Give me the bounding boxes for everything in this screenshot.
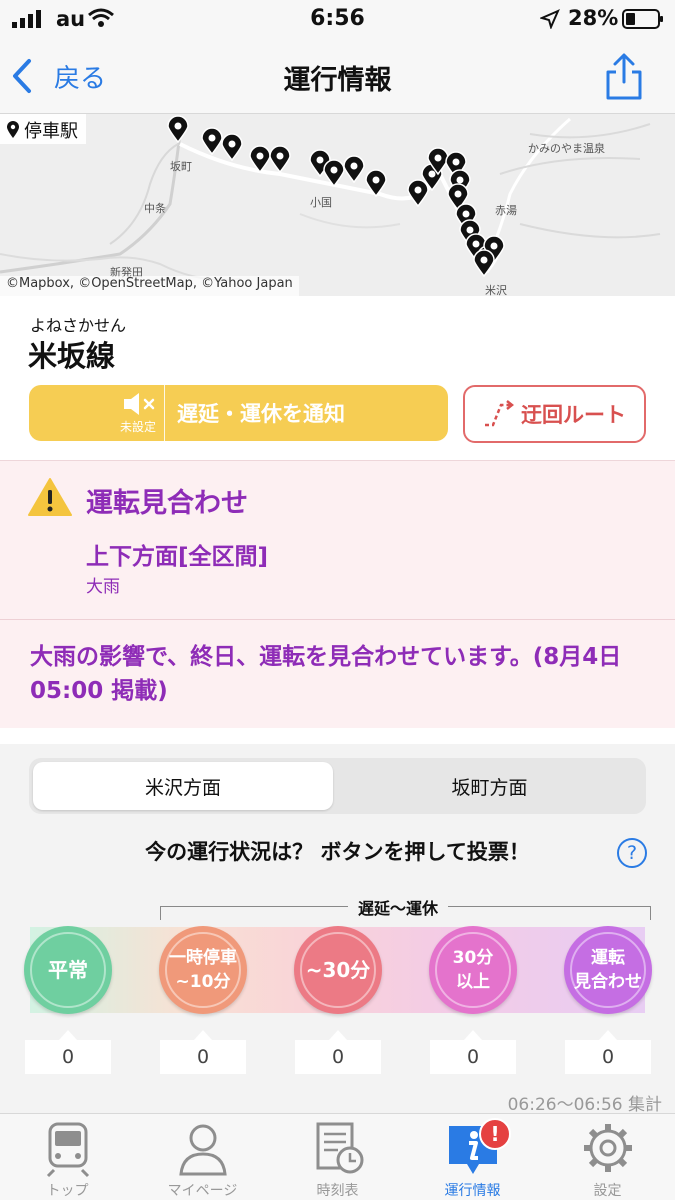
- detour-label: 迂回ルート: [521, 403, 626, 427]
- notify-label: 遅延・運休を通知: [177, 402, 345, 426]
- person-icon: [178, 1124, 227, 1176]
- notify-state-label: 未設定: [119, 420, 156, 434]
- station-pin[interactable]: [323, 159, 345, 188]
- battery-percent: 28%: [568, 6, 619, 30]
- tab-mypage[interactable]: マイページ: [135, 1114, 270, 1201]
- detour-icon: [485, 400, 515, 427]
- tally-period: 06:26〜06:56 集計: [507, 1095, 662, 1115]
- tab-label: 時刻表: [316, 1183, 359, 1199]
- delay-bracket-label: 遅延〜運休: [348, 895, 449, 919]
- speaker-muted-icon: [124, 393, 155, 415]
- station-pin[interactable]: [365, 169, 387, 198]
- vote-button[interactable]: ~30分: [294, 926, 382, 1014]
- vote-button[interactable]: 運転 見合わせ: [564, 926, 652, 1014]
- status-cause: 大雨: [86, 577, 120, 597]
- station-pin[interactable]: [343, 155, 365, 184]
- share-icon[interactable]: [600, 52, 648, 102]
- count-pointer: [464, 1030, 482, 1040]
- vote-label: 以上: [456, 972, 490, 992]
- count-pointer: [329, 1030, 347, 1040]
- vote-count: 0: [295, 1040, 381, 1074]
- timetable-icon: [316, 1122, 363, 1174]
- warning-icon: [28, 478, 72, 516]
- help-icon[interactable]: ?: [617, 838, 647, 868]
- tab-bar: トップ マイページ 時刻表 ! 運行情報 設定: [0, 1113, 675, 1200]
- battery-icon: [622, 9, 663, 29]
- tab-label: 設定: [593, 1183, 622, 1199]
- detour-route-button[interactable]: 迂回ルート: [463, 385, 646, 443]
- station-pin[interactable]: [269, 145, 291, 174]
- divider: [0, 619, 675, 620]
- vote-count: 0: [565, 1040, 651, 1074]
- station-pin[interactable]: [221, 133, 243, 162]
- status-bar: au 6:56 28%: [0, 0, 675, 40]
- count-pointer: [599, 1030, 617, 1040]
- navigation-bar: 戻る 運行情報: [0, 40, 675, 114]
- pin-icon: [7, 121, 19, 138]
- vote-label: 一時停車: [169, 948, 237, 968]
- map-legend-label: 停車駅: [24, 121, 78, 142]
- tab-label: トップ: [46, 1183, 89, 1199]
- page-title: 運行情報: [283, 65, 392, 96]
- route-map[interactable]: 坂町 中条 新発田 小国 かみのやま温泉 赤湯 米沢 停車駅 ©Mapbox, …: [0, 114, 675, 296]
- vote-label: ~10分: [175, 972, 231, 992]
- vote-button[interactable]: 30分以上: [429, 926, 517, 1014]
- station-pin[interactable]: [473, 249, 495, 278]
- notification-badge: !: [479, 1118, 511, 1150]
- station-pin[interactable]: [407, 179, 429, 208]
- vote-label: 見合わせ: [574, 972, 642, 992]
- vote-label: 30分: [452, 948, 494, 968]
- map-legend: 停車駅: [0, 114, 86, 144]
- tab-timetable[interactable]: 時刻表: [270, 1114, 405, 1201]
- direction-tab-sakamachi[interactable]: 坂町方面: [337, 762, 642, 810]
- direction-tab-yonezawa[interactable]: 米沢方面: [33, 762, 333, 810]
- station-pin[interactable]: [167, 115, 189, 144]
- vote-label: 平常: [48, 958, 88, 982]
- vote-count: 0: [25, 1040, 111, 1074]
- vote-count: 0: [160, 1040, 246, 1074]
- status-title: 運転見合わせ: [86, 488, 248, 519]
- count-pointer: [59, 1030, 77, 1040]
- station-pin[interactable]: [249, 145, 271, 174]
- vote-count: 0: [430, 1040, 516, 1074]
- tab-settings[interactable]: 設定: [540, 1114, 675, 1201]
- gear-icon: [583, 1124, 632, 1172]
- vote-button[interactable]: 平常: [24, 926, 112, 1014]
- vote-button[interactable]: 一時停車 ~10分: [159, 926, 247, 1014]
- tab-top[interactable]: トップ: [0, 1114, 135, 1201]
- vote-label: ~30分: [305, 958, 371, 982]
- train-icon: [46, 1122, 89, 1178]
- tab-label: マイページ: [167, 1183, 238, 1199]
- station-pins: [167, 115, 505, 278]
- notify-state: 未設定: [29, 385, 165, 441]
- vote-prompt: 今の運行状況は？ ボタンを押して投票！: [145, 840, 530, 864]
- status-message: 大雨の影響で、終日、運転を見合わせています。(8月4日05:00 掲載): [30, 644, 622, 704]
- tab-service-info[interactable]: ! 運行情報: [405, 1114, 540, 1201]
- map-attribution: ©Mapbox, ©OpenStreetMap, ©Yahoo Japan: [0, 276, 299, 296]
- tab-label: 運行情報: [444, 1183, 501, 1199]
- count-pointer: [194, 1030, 212, 1040]
- station-pin[interactable]: [201, 127, 223, 156]
- status-section: 上下方面[全区間]: [86, 544, 269, 570]
- notify-button[interactable]: 未設定 遅延・運休を通知: [29, 385, 448, 441]
- line-name: 米坂線: [28, 339, 116, 373]
- vote-label: 運転: [591, 948, 625, 968]
- location-arrow-icon: [540, 9, 560, 29]
